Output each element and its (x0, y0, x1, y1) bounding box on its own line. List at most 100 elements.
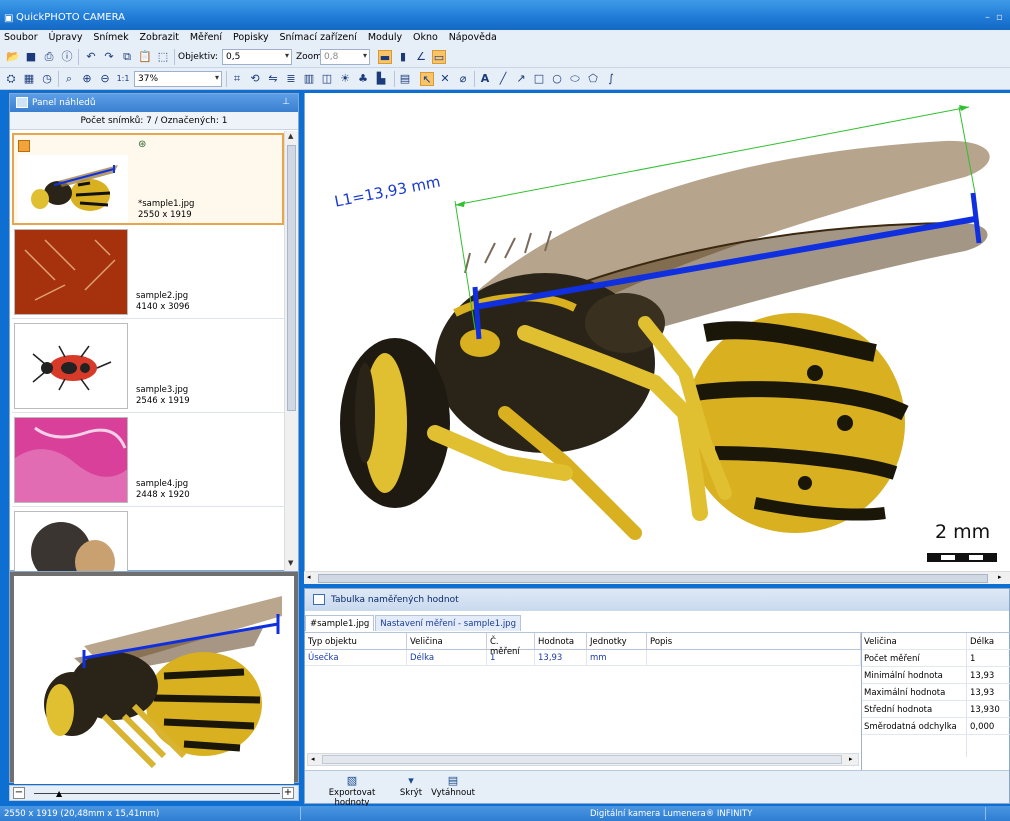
column-header[interactable]: Typ objektu (305, 633, 407, 650)
column-header[interactable]: Veličina (407, 633, 487, 650)
menu-popisky[interactable]: Popisky (229, 30, 273, 43)
freehand-icon[interactable]: ∫ (604, 72, 618, 86)
timer-icon[interactable]: ◷ (40, 72, 54, 86)
zoom-out-icon[interactable]: ⊖ (98, 72, 112, 86)
histogram-icon[interactable]: ▙ (374, 72, 388, 86)
polygon-icon[interactable]: ⬠ (586, 72, 600, 86)
table-horizontal-scrollbar[interactable]: ◂ ▸ (307, 753, 859, 766)
thumbnail-item-sample1[interactable]: ⊛ *sample1.jpg 2550 x 1919 (12, 133, 284, 225)
rotate-icon[interactable]: ⟲ (248, 72, 262, 86)
menu-moduly[interactable]: Moduly (364, 30, 406, 43)
film-icon[interactable]: ▦ (22, 72, 36, 86)
ellipse-icon[interactable]: ⬭ (568, 72, 582, 86)
menu-upravy[interactable]: Úpravy (45, 30, 87, 43)
minimize-button[interactable]: – (985, 12, 990, 23)
menu-zobrazit[interactable]: Zobrazit (136, 30, 183, 43)
scroll-right-icon[interactable]: ▸ (849, 755, 853, 763)
hide-button[interactable]: ▾ Skrýt (397, 774, 425, 798)
pointer-icon[interactable]: ↖ (420, 72, 434, 86)
zoom-plus-button[interactable]: + (282, 787, 294, 799)
menu-okno[interactable]: Okno (409, 30, 442, 43)
ruler-horizontal-icon[interactable]: ▬ (378, 50, 392, 64)
zoom-slider-knob[interactable]: ▲ (56, 789, 62, 798)
scroll-left-icon[interactable]: ◂ (311, 755, 315, 763)
tab-measure-settings[interactable]: Nastavení měření - sample1.jpg (375, 615, 521, 631)
maximize-button[interactable]: ▫ (996, 12, 1003, 23)
table-cell[interactable]: 1 (487, 650, 535, 666)
menu-snimaci-zarizeni[interactable]: Snímací zařízení (275, 30, 361, 43)
select-area-icon[interactable]: ⬚ (156, 50, 170, 64)
menu-snimek[interactable]: Snímek (89, 30, 132, 43)
menu-napoveda[interactable]: Nápověda (445, 30, 501, 43)
image-horizontal-scrollbar[interactable]: ◂ ▸ (304, 571, 1010, 584)
scroll-thumb[interactable] (322, 755, 842, 764)
layers-icon[interactable]: ◫ (320, 72, 334, 86)
table-cell[interactable]: Úsečka (305, 650, 407, 666)
grid-icon[interactable]: ▥ (302, 72, 316, 86)
thumbnail-item-sample5[interactable] (12, 509, 284, 571)
delete-icon[interactable]: ✕ (438, 72, 452, 86)
scroll-thumb[interactable] (287, 145, 296, 411)
angle-icon[interactable]: ∠ (414, 50, 428, 64)
tab-sample1[interactable]: #sample1.jpg (305, 615, 375, 631)
redo-icon[interactable]: ↷ (102, 50, 116, 64)
scroll-right-icon[interactable]: ▸ (998, 573, 1002, 581)
menu-soubor[interactable]: Soubor (0, 30, 42, 43)
column-header[interactable]: Hodnota (535, 633, 587, 650)
column-header[interactable]: Popis (647, 633, 861, 650)
scroll-up-icon[interactable]: ▲ (288, 132, 293, 140)
copy-icon[interactable]: ⧉ (120, 50, 134, 64)
camera-icon[interactable]: ⛭ (4, 72, 18, 86)
paste-icon[interactable]: 📋 (138, 50, 152, 64)
selection-checkbox[interactable] (18, 140, 30, 152)
table-cell[interactable]: 13,93 (535, 650, 587, 666)
detach-button[interactable]: ▤ Vytáhnout (429, 774, 477, 798)
zoom-select[interactable]: 0,8 ▾ (320, 49, 370, 65)
thumbnail-list: ⊛ *sample1.jpg 2550 x 1919 sample2.jpg 4… (10, 131, 284, 571)
open-folder-icon[interactable]: 📂 (6, 50, 20, 64)
align-icon[interactable]: ≣ (284, 72, 298, 86)
table-cell[interactable]: mm (587, 650, 647, 666)
print-icon[interactable]: ⎙ (42, 50, 56, 64)
flip-icon[interactable]: ⇋ (266, 72, 280, 86)
thumbnail-scrollbar[interactable]: ▲ ▼ (284, 131, 298, 571)
scroll-down-icon[interactable]: ▼ (288, 559, 293, 567)
zoom-in-icon[interactable]: ⊕ (80, 72, 94, 86)
brightness-icon[interactable]: ☀ (338, 72, 352, 86)
zoom-actual-size-icon[interactable]: 1:1 (116, 72, 130, 86)
scroll-left-icon[interactable]: ◂ (307, 573, 311, 581)
objective-select[interactable]: 0,5 ▾ (222, 49, 292, 65)
zoom-icon[interactable]: ⌕ (62, 72, 76, 86)
crop-icon[interactable]: ⌗ (230, 72, 244, 86)
zoom-percent-select[interactable]: 37% ▾ (134, 71, 222, 87)
arrow-icon[interactable]: ↗ (514, 72, 528, 86)
rectangle-icon[interactable]: □ (532, 72, 546, 86)
overview-image[interactable] (14, 576, 294, 784)
table-cell[interactable] (647, 650, 861, 666)
menu-mereni[interactable]: Měření (186, 30, 226, 43)
circle-icon[interactable]: ○ (550, 72, 564, 86)
color-icon[interactable]: ♣ (356, 72, 370, 86)
save-icon[interactable]: ■ (24, 50, 38, 64)
thumbnail-item-sample4[interactable]: sample4.jpg 2448 x 1920 (12, 415, 284, 507)
info-icon[interactable]: ⓘ (60, 50, 74, 64)
thumbnail-item-sample3[interactable]: sample3.jpg 2546 x 1919 (12, 321, 284, 413)
chevron-down-icon: ▾ (408, 774, 414, 787)
undo-icon[interactable]: ↶ (84, 50, 98, 64)
column-header[interactable]: Č. měření (487, 633, 535, 657)
calendar-icon[interactable]: ▤ (398, 72, 412, 86)
ruler-vertical-icon[interactable]: ▮ (396, 50, 410, 64)
scroll-thumb[interactable] (318, 574, 988, 583)
export-values-button[interactable]: ▧ Exportovat hodnoty (311, 774, 393, 808)
text-tool-icon[interactable]: A (478, 72, 492, 86)
line-icon[interactable]: ╱ (496, 72, 510, 86)
frame-icon[interactable]: ▭ (432, 50, 446, 64)
zoom-minus-button[interactable]: − (13, 787, 25, 799)
column-header[interactable]: Jednotky (587, 633, 647, 650)
eraser-icon[interactable]: ⌀ (456, 72, 470, 86)
image-canvas[interactable]: L1=13,93 mm 2 mm (304, 93, 1010, 571)
table-cell[interactable]: Délka (407, 650, 487, 666)
zoom-slider-track[interactable] (34, 793, 280, 794)
thumbnail-item-sample2[interactable]: sample2.jpg 4140 x 3096 (12, 227, 284, 319)
pin-icon[interactable]: ⊥ (282, 97, 290, 107)
